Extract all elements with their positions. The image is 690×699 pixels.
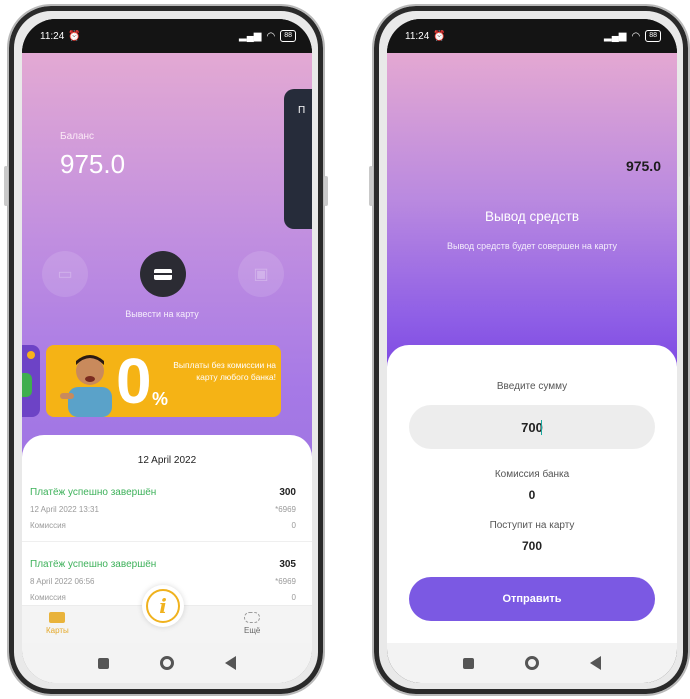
balance-value: 975.0 bbox=[60, 149, 126, 179]
wallet-icon: ▭ bbox=[57, 266, 73, 283]
receive-label: Поступит на карту bbox=[489, 520, 575, 531]
transaction-card: *6969 bbox=[275, 505, 296, 514]
side-panel-text: П bbox=[298, 105, 306, 116]
transaction-fee-label: Комиссия bbox=[30, 593, 66, 602]
bank-fee-label: Комиссия банка bbox=[494, 469, 570, 480]
status-bar: 11:24 ⏰ ▂▄▆ ◠ 88 bbox=[22, 19, 312, 53]
status-bar: 11:24 ⏰ ▂▄▆ ◠ 88 bbox=[387, 19, 677, 53]
status-time: 11:24 bbox=[40, 30, 65, 42]
page-title: Вывод средств bbox=[484, 209, 580, 224]
nav-home-icon[interactable] bbox=[524, 656, 539, 670]
phone-left: 11:24 ⏰ ▂▄▆ ◠ 88 Баланс 975.0 П ▭ ▣ Выве… bbox=[4, 4, 328, 696]
volume-button bbox=[4, 166, 8, 206]
promo-person-image bbox=[60, 355, 112, 417]
promo-percent: % bbox=[152, 389, 169, 409]
power-button bbox=[324, 176, 328, 206]
transaction-title: Платёж успешно завершён bbox=[30, 487, 157, 498]
tab-more-label: Ещё bbox=[244, 626, 261, 635]
submit-button[interactable]: Отправить bbox=[409, 577, 655, 621]
wallet-button[interactable]: ▭ bbox=[42, 251, 88, 297]
promo-text: Выплаты без комиссии на карту любого бан… bbox=[173, 360, 276, 382]
withdraw-label: Вывести на карту bbox=[125, 309, 199, 319]
amount-input[interactable] bbox=[409, 405, 655, 449]
cards-tab-icon bbox=[49, 612, 66, 623]
tab-cards-label: Карты bbox=[46, 626, 69, 635]
alarm-icon: ⏰ bbox=[433, 30, 446, 42]
card-icon bbox=[154, 268, 172, 280]
promo-banner-prev[interactable] bbox=[22, 345, 40, 417]
screen-balance: 11:24 ⏰ ▂▄▆ ◠ 88 Баланс 975.0 П ▭ ▣ Выве… bbox=[22, 19, 312, 683]
transaction-date: 8 April 2022 06:56 bbox=[30, 577, 95, 586]
volume-button bbox=[369, 166, 373, 206]
transaction-amount: 300 bbox=[279, 487, 296, 498]
nav-recent-icon[interactable] bbox=[462, 657, 474, 669]
divider bbox=[22, 541, 312, 542]
promo-banner[interactable]: 0 % Выплаты без комиссии на карту любого… bbox=[46, 345, 281, 417]
battery-icon: 88 bbox=[280, 30, 296, 42]
status-time: 11:24 bbox=[405, 30, 430, 42]
text-caret bbox=[541, 420, 542, 435]
withdraw-form: Введите сумму Комиссия банка 0 Поступит … bbox=[387, 345, 677, 647]
transaction-title: Платёж успешно завершён bbox=[30, 559, 157, 570]
signal-icon: ▂▄▆ bbox=[604, 30, 627, 42]
system-nav-bar bbox=[22, 643, 312, 683]
transaction-fee: 0 bbox=[291, 521, 296, 530]
promo-zero: 0 bbox=[116, 345, 152, 417]
page-subtitle: Вывод средств будет совершен на карту bbox=[446, 241, 618, 251]
alarm-icon: ⏰ bbox=[68, 30, 81, 42]
date-header: 12 April 2022 bbox=[137, 455, 197, 466]
info-icon: i bbox=[146, 589, 180, 623]
tab-cards[interactable]: Карты bbox=[46, 612, 69, 635]
transaction-amount: 305 bbox=[279, 559, 296, 570]
coin-icon bbox=[27, 351, 35, 359]
battery-icon: 88 bbox=[645, 30, 661, 42]
transaction-fee-label: Комиссия bbox=[30, 521, 66, 530]
wifi-icon: ◠ bbox=[631, 30, 641, 42]
system-nav-bar bbox=[387, 643, 677, 683]
withdraw-to-card-button[interactable] bbox=[140, 251, 186, 297]
more-tab-icon bbox=[244, 612, 261, 623]
gift-icon: ▣ bbox=[253, 266, 269, 283]
balance-label: Баланс bbox=[60, 131, 95, 142]
phone-right: 11:24 ⏰ ▂▄▆ ◠ 88 975.0 Вывод средств Выв… bbox=[369, 4, 690, 696]
transaction-date: 12 April 2022 13:31 bbox=[30, 505, 99, 514]
transaction-fee: 0 bbox=[291, 593, 296, 602]
wifi-icon: ◠ bbox=[266, 30, 276, 42]
tab-more[interactable]: Ещё bbox=[244, 612, 260, 635]
transaction-card: *6969 bbox=[275, 577, 296, 586]
nav-home-icon[interactable] bbox=[159, 656, 174, 670]
gift-button[interactable]: ▣ bbox=[238, 251, 284, 297]
side-panel[interactable]: П bbox=[284, 89, 312, 229]
signal-icon: ▂▄▆ bbox=[239, 30, 262, 42]
leaf-icon bbox=[22, 373, 32, 397]
nav-recent-icon[interactable] bbox=[97, 657, 109, 669]
nav-back-icon[interactable] bbox=[590, 656, 602, 670]
nav-back-icon[interactable] bbox=[225, 656, 237, 670]
info-button[interactable]: i bbox=[142, 585, 184, 627]
balance-value: 975.0 bbox=[625, 158, 661, 174]
screen-withdraw: 11:24 ⏰ ▂▄▆ ◠ 88 975.0 Вывод средств Выв… bbox=[387, 19, 677, 683]
amount-label: Введите сумму bbox=[496, 381, 568, 392]
bank-fee-value: 0 bbox=[528, 488, 536, 502]
receive-value: 700 bbox=[521, 539, 543, 553]
